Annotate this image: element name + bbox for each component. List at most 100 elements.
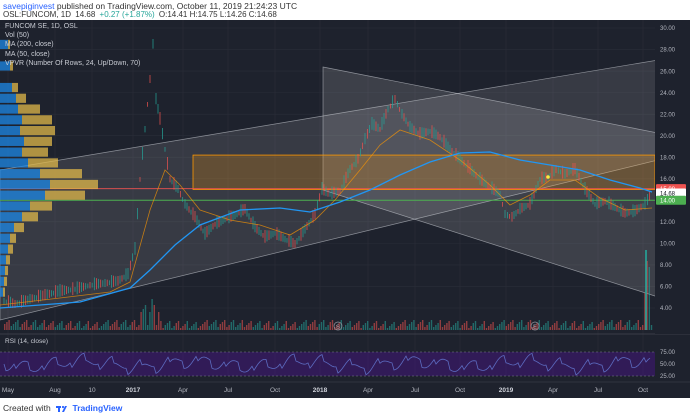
volume-bar: [496, 326, 499, 330]
volume-bar: [437, 323, 439, 330]
volume-bar: [144, 305, 147, 330]
volume-bar: [558, 328, 560, 330]
vpvr-bar-down: [22, 147, 48, 157]
time-tick-label: Oct: [638, 387, 648, 394]
volume-bar: [105, 322, 107, 330]
volume-bar: [239, 323, 241, 330]
vpvr-bar-up: [0, 136, 24, 146]
volume-bar: [263, 325, 265, 330]
time-tick-label: Jul: [224, 387, 233, 394]
volume-bar: [329, 322, 331, 330]
vpvr-bar-up: [0, 82, 12, 93]
vpvr-bar-down: [14, 222, 24, 233]
volume-bar: [151, 299, 153, 330]
volume-bar: [397, 326, 400, 330]
legend-ma200[interactable]: MA (200, close): [5, 40, 140, 49]
volume-bar: [12, 324, 15, 330]
legend-vpvr[interactable]: VPVR (Number Of Rows, 24, Up/Down, 70): [5, 59, 140, 68]
volume-bar: [8, 320, 10, 330]
volume-bar: [446, 323, 448, 330]
volume-bar: [23, 322, 26, 330]
volume-bar: [323, 320, 325, 330]
volume-bar: [470, 326, 472, 330]
volume-bar: [325, 327, 327, 330]
volume-bar: [386, 328, 389, 330]
volume-bar: [94, 324, 96, 330]
volume-bar: [615, 324, 617, 330]
price-tick-label: 12.00: [660, 220, 676, 226]
publish-header: savepiginvest published on TradingView.c…: [0, 0, 690, 20]
volume-bar: [224, 320, 226, 330]
price-tick-label: 10.00: [660, 242, 676, 248]
volume-bar: [567, 328, 569, 330]
time-tick-label: 2017: [126, 387, 141, 394]
vpvr-bar-down: [22, 212, 38, 222]
time-tick-label: Apr: [548, 387, 559, 394]
volume-bar: [455, 323, 457, 330]
volume-bar: [252, 327, 254, 330]
volume-bar: [111, 324, 114, 330]
volume-bar: [188, 328, 191, 330]
volume-bar: [294, 322, 296, 330]
volume-bar: [433, 327, 435, 330]
volume-bar: [305, 320, 307, 330]
legend-ma50[interactable]: MA (50, close): [5, 50, 140, 59]
vpvr-bar-down: [12, 82, 18, 93]
volume-bar: [549, 327, 551, 330]
volume-bar: [17, 320, 19, 330]
vpvr-bar-down: [10, 233, 16, 243]
volume-bar: [153, 305, 155, 330]
volume-bar: [248, 323, 250, 330]
legend-vol[interactable]: Vol (50): [5, 31, 140, 40]
time-axis[interactable]: May Aug 10 2017 Apr Jul Oct 2018 Apr Jul Oct 2019 Ap…: [0, 381, 690, 394]
price-axis[interactable]: 30.00 28.00 26.00 24.00 22.00 20.00 18.00 16.00…: [655, 20, 690, 334]
volume-bar: [584, 328, 587, 330]
footer-brand[interactable]: TradingView: [72, 403, 122, 413]
volume-bar: [430, 320, 433, 330]
volume-bar: [327, 325, 329, 330]
volume-bar: [404, 320, 406, 330]
volume-bar: [543, 325, 545, 330]
volume-bar: [617, 322, 620, 330]
volume-bar: [589, 324, 591, 330]
volume-bar: [642, 325, 644, 330]
volume-bar: [400, 324, 402, 330]
volume-bar: [314, 320, 316, 330]
volume-bar: [107, 320, 109, 330]
volume-bar: [622, 327, 624, 330]
volume-bar: [556, 321, 558, 330]
volume-bar: [516, 324, 518, 330]
volume-bar: [384, 321, 386, 330]
volume-bar: [186, 321, 188, 330]
volume-bar: [70, 321, 72, 330]
price-chart[interactable]: S E RSI (14, close) 30.00 28.00 26.00 24.00 22.…: [0, 20, 690, 398]
vpvr-bar-down: [30, 201, 52, 211]
rsi-legend: RSI (14, close): [5, 338, 48, 345]
chart-legend: FUNCOM SE, 1D, OSL Vol (50) MA (200, clo…: [5, 22, 140, 68]
chart-pane[interactable]: S E RSI (14, close) 30.00 28.00 26.00 24.00 22.…: [0, 20, 690, 398]
volume-bar: [565, 321, 567, 330]
rsi-axis[interactable]: 75.00 50.00 25.00: [660, 350, 676, 380]
volume-bar: [316, 327, 318, 330]
volume-bar: [631, 327, 633, 330]
symbol-label: OSL:FUNCOM, 1D: [3, 10, 72, 19]
volume-bar: [417, 324, 419, 330]
volume-bar: [408, 324, 411, 330]
volume-bar: [180, 328, 182, 330]
volume-bar: [276, 321, 279, 330]
volume-bar: [562, 323, 565, 330]
volume-bar: [21, 324, 23, 330]
volume-bar: [413, 320, 415, 330]
volume-bar: [235, 327, 237, 330]
volume-bar: [87, 321, 89, 330]
vpvr-bar-up: [0, 276, 4, 286]
volume-bar: [61, 321, 63, 330]
volume-bar: [37, 327, 39, 330]
volume-bar: [290, 326, 292, 330]
vpvr-bar-up: [0, 266, 5, 276]
ohlc-values: O:14.41 H:14.75 L:14.26 C:14.68: [158, 10, 277, 19]
volume-bar: [100, 326, 103, 330]
volume-bar: [477, 328, 479, 330]
volume-bar: [122, 322, 125, 330]
rsi-tick-label: 50.00: [660, 362, 676, 368]
